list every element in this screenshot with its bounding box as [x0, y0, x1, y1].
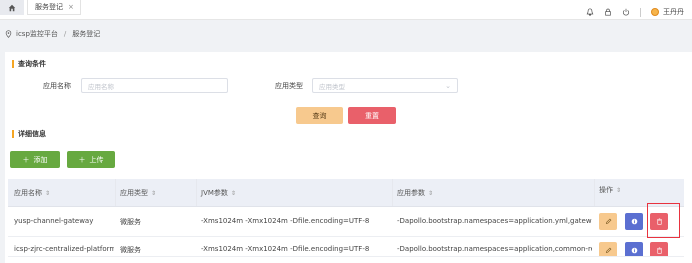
tab-label: 服务登记 — [35, 3, 63, 11]
sort-icon: ⇕ — [230, 189, 236, 197]
column-header-jvm[interactable]: JVM参数 ⇕ — [201, 188, 236, 198]
sort-icon: ⇕ — [428, 189, 434, 197]
app-name-input[interactable]: 应用名称 — [81, 78, 228, 93]
app-name-label: 应用名称 — [43, 82, 71, 90]
cell-app-name: yusp-channel-gateway — [14, 217, 94, 225]
info-button[interactable] — [625, 213, 643, 230]
breadcrumb-separator: / — [63, 30, 67, 38]
pencil-icon — [605, 247, 611, 254]
table-row[interactable]: yusp-channel-gateway 微服务 -Xms1024m -Xmx1… — [8, 207, 684, 237]
column-header-params[interactable]: 应用参数 ⇕ — [397, 188, 433, 198]
trash-icon — [656, 247, 662, 254]
query-button[interactable]: 查询 — [296, 107, 343, 124]
power-icon[interactable] — [622, 8, 630, 16]
tab-service-registration[interactable]: 服务登记 × — [27, 0, 81, 15]
home-tab[interactable] — [0, 0, 24, 15]
info-icon — [631, 218, 637, 225]
column-header-actions[interactable]: 操作 ⇕ — [599, 185, 621, 195]
table-row[interactable]: icsp-zjrc-centralized-platform 微服务 -Xms1… — [8, 237, 684, 257]
cell-params: -Dapollo.bootstrap.namespaces=applicatio… — [397, 245, 592, 253]
breadcrumb-root[interactable]: icsp监控平台 — [16, 29, 58, 39]
top-bar: 服务登记 × 王丹丹 — [0, 0, 692, 20]
column-divider — [392, 179, 393, 206]
delete-button[interactable] — [650, 242, 668, 256]
reset-button[interactable]: 重置 — [348, 107, 396, 124]
search-section-title: 查询条件 — [12, 59, 46, 69]
location-pin-icon — [5, 30, 12, 38]
cell-app-name: icsp-zjrc-centralized-platform — [14, 245, 114, 253]
section-accent-bar — [12, 130, 14, 138]
chevron-down-icon: ⌄ — [445, 82, 451, 90]
app-type-label: 应用类型 — [275, 82, 303, 90]
divider — [640, 7, 641, 17]
details-section-title: 详细信息 — [12, 129, 46, 139]
avatar — [651, 8, 659, 16]
column-header-app-type[interactable]: 应用类型 ⇕ — [120, 188, 156, 198]
cell-app-type: 微服务 — [120, 246, 141, 254]
lock-icon[interactable] — [604, 8, 612, 16]
info-button[interactable] — [625, 242, 643, 256]
upload-button[interactable]: ＋ 上传 — [67, 151, 115, 168]
column-divider — [115, 179, 116, 206]
app-type-select[interactable]: 应用类型 ⌄ — [312, 78, 458, 93]
column-divider — [594, 179, 595, 206]
plus-icon: ＋ — [78, 155, 86, 164]
bell-icon[interactable] — [586, 8, 594, 16]
section-accent-bar — [12, 60, 14, 68]
breadcrumb: icsp监控平台 / 服务登记 — [0, 22, 692, 46]
pencil-icon — [605, 218, 611, 225]
breadcrumb-current: 服务登记 — [72, 30, 101, 38]
highlight-box — [647, 203, 680, 238]
close-icon[interactable]: × — [68, 3, 74, 11]
edit-button[interactable] — [599, 213, 617, 230]
column-divider — [196, 179, 197, 206]
column-header-app-name[interactable]: 应用名称 ⇕ — [14, 188, 50, 198]
sort-icon: ⇕ — [151, 189, 157, 197]
cell-params: -Dapollo.bootstrap.namespaces=applicatio… — [397, 217, 592, 225]
sort-icon: ⇕ — [45, 189, 51, 197]
info-icon — [631, 247, 637, 254]
cell-jvm: -Xms1024m -Xmx1024m -Dfile.encoding=UTF-… — [201, 245, 370, 253]
cell-app-type: 微服务 — [120, 218, 141, 226]
main-card: 查询条件 应用名称 应用名称 应用类型 应用类型 ⌄ 查询 重置 详细信息 ＋ … — [5, 52, 692, 263]
home-icon — [8, 4, 16, 11]
user-menu[interactable]: 王丹丹 — [651, 7, 684, 17]
user-name: 王丹丹 — [663, 8, 684, 16]
sort-icon: ⇕ — [616, 186, 622, 194]
add-button[interactable]: ＋ 添加 — [10, 151, 60, 168]
plus-icon: ＋ — [22, 155, 30, 164]
cell-jvm: -Xms1024m -Xmx1024m -Dfile.encoding=UTF-… — [201, 217, 370, 225]
table-header: 应用名称 ⇕ 应用类型 ⇕ JVM参数 ⇕ 应用参数 ⇕ 操作 ⇕ — [8, 179, 684, 207]
edit-button[interactable] — [599, 242, 617, 256]
